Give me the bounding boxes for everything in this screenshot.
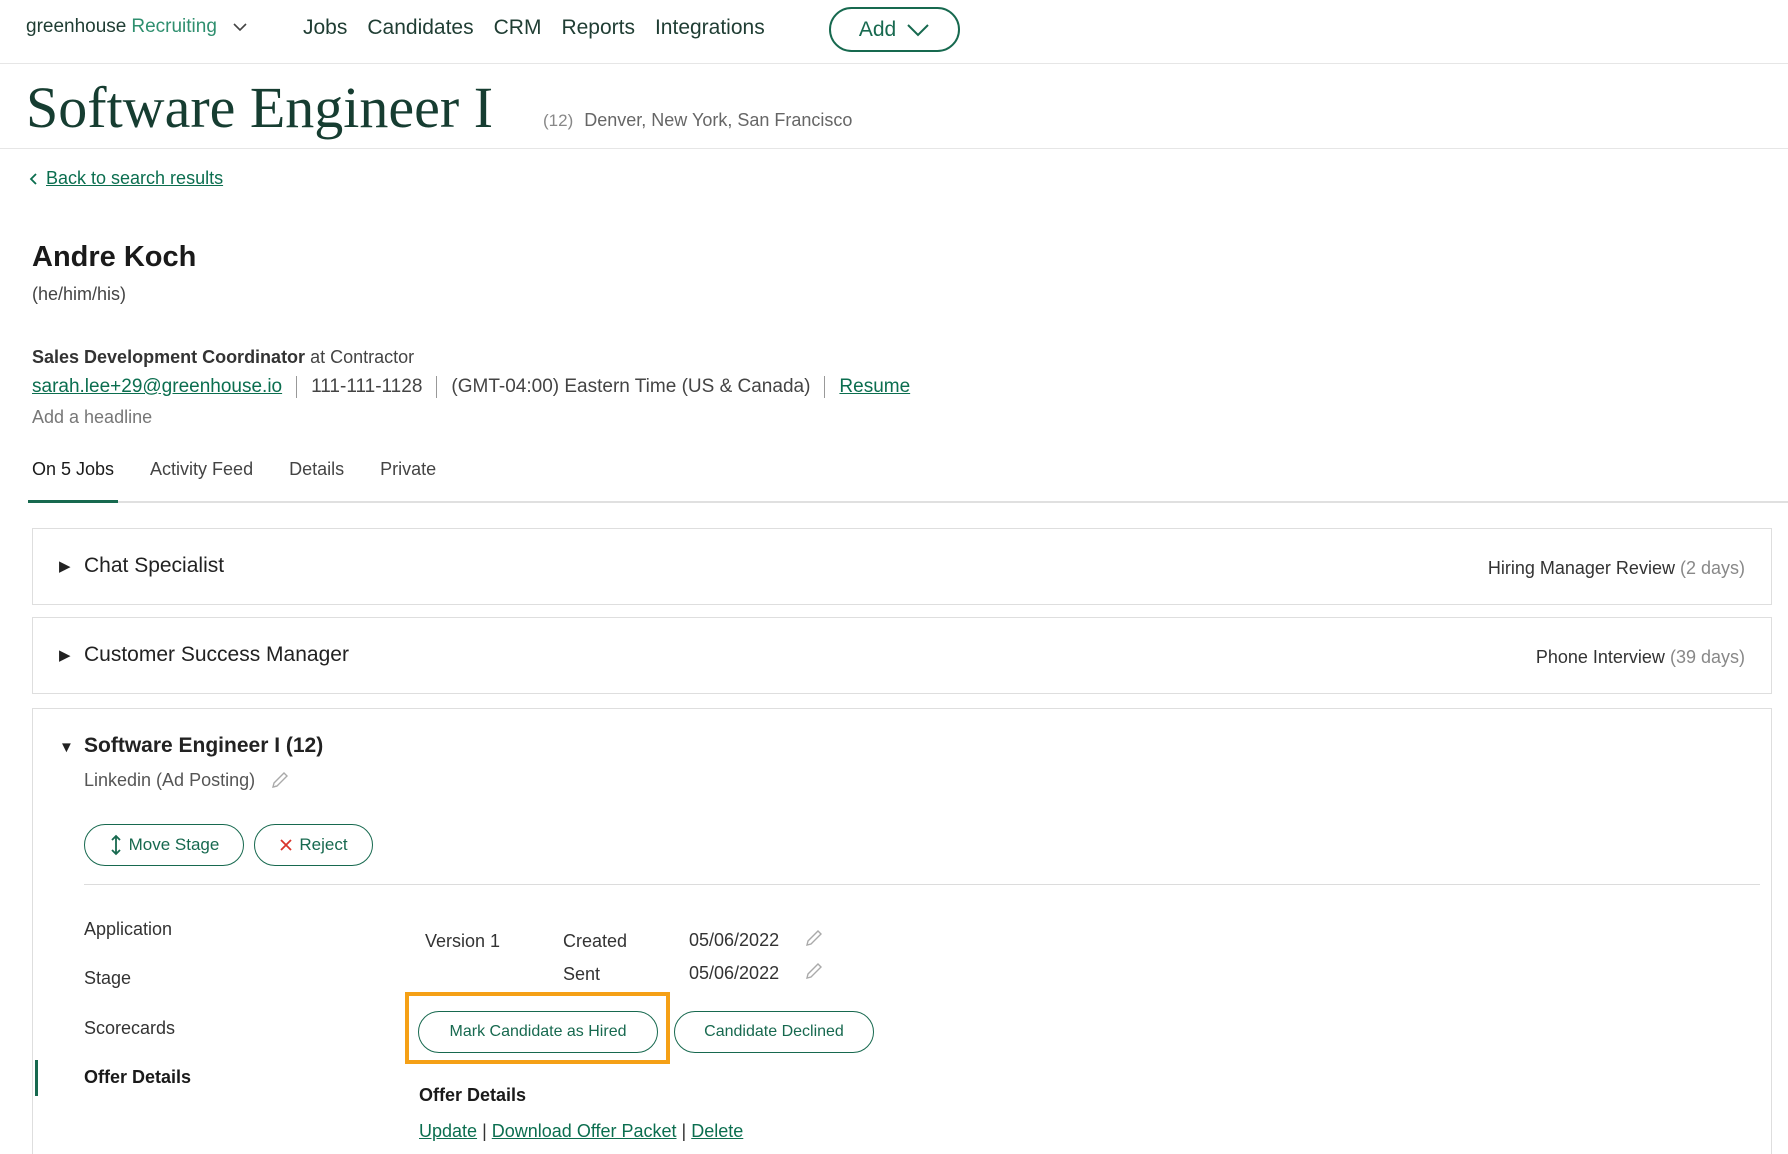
job-panel[interactable]: ▶ Chat Specialist Hiring Manager Review … (32, 528, 1772, 605)
logo-product: Recruiting (131, 16, 217, 37)
active-section-indicator (35, 1060, 38, 1096)
page-header: Software Engineer I (12) Denver, New Yor… (0, 64, 1788, 149)
pencil-icon[interactable] (803, 927, 825, 949)
candidate-pronouns: (he/him/his) (32, 284, 127, 304)
sent-label: Sent (563, 964, 601, 984)
job-stage: Hiring Manager Review (2 days) (1488, 558, 1745, 579)
section-offer-details[interactable]: Offer Details (84, 1067, 191, 1088)
tab-activity-feed[interactable]: Activity Feed (146, 452, 257, 503)
tab-on-jobs[interactable]: On 5 Jobs (28, 452, 119, 503)
job-panel-expanded: ▼ Software Engineer I (12) Linkedin (Ad … (32, 708, 1772, 1154)
job-panel[interactable]: ▶ Customer Success Manager Phone Intervi… (32, 617, 1772, 694)
nav-jobs[interactable]: Jobs (303, 16, 347, 40)
nav-crm[interactable]: CRM (494, 16, 542, 40)
created-date: 05/06/2022 (689, 930, 780, 950)
expand-triangle-icon[interactable]: ▶ (59, 557, 71, 575)
tab-details[interactable]: Details (285, 452, 348, 503)
highlight-box (405, 992, 670, 1064)
nav-integrations[interactable]: Integrations (655, 16, 765, 40)
update-link[interactable]: Update (419, 1121, 477, 1141)
stage-name: Hiring Manager Review (1487, 558, 1675, 578)
candidate-company: at Contractor (310, 347, 415, 367)
offer-actions: Update | Download Offer Packet | Delete (419, 1121, 743, 1142)
nav-reports[interactable]: Reports (561, 16, 635, 40)
chevron-down-icon[interactable] (231, 18, 249, 36)
candidate-role: Sales Development Coordinator at Contrac… (32, 347, 414, 368)
divider (84, 884, 1760, 885)
job-stage: Phone Interview (39 days) (1536, 647, 1745, 668)
candidate-declined-label: Candidate Declined (704, 1023, 844, 1040)
collapse-triangle-icon[interactable]: ▼ (59, 739, 74, 756)
divider (824, 376, 826, 398)
stage-days: (2 days) (1679, 558, 1745, 578)
move-arrows-icon (110, 834, 121, 856)
chevron-down-icon (907, 23, 929, 36)
job-source: Linkedin (Ad Posting) (84, 769, 291, 791)
chevron-left-icon (29, 172, 37, 185)
tab-private[interactable]: Private (376, 452, 440, 503)
download-offer-link[interactable]: Download Offer Packet (492, 1121, 677, 1141)
main-nav: Jobs Candidates CRM Reports Integrations (303, 16, 765, 40)
candidate-declined-button[interactable]: Candidate Declined (674, 1011, 874, 1053)
section-scorecards[interactable]: Scorecards (84, 1018, 175, 1039)
section-application[interactable]: Application (84, 919, 172, 940)
resume-link[interactable]: Resume (839, 376, 910, 398)
offer-version: Version 1 (425, 931, 501, 951)
move-stage-label: Move Stage (128, 835, 220, 854)
move-stage-button[interactable]: Move Stage (84, 824, 244, 866)
job-locations: Denver, New York, San Francisco (584, 110, 853, 130)
logo-main: greenhouse (26, 16, 127, 37)
back-to-search-link[interactable]: Back to search results (46, 168, 223, 189)
link-separator: | (482, 1121, 487, 1141)
contact-row: sarah.lee+29@greenhouse.io 111-111-1128 … (32, 376, 910, 398)
add-headline[interactable]: Add a headline (32, 407, 152, 428)
delete-link[interactable]: Delete (691, 1121, 743, 1141)
pencil-icon[interactable] (803, 960, 825, 982)
candidate-tabs: On 5 Jobs Activity Feed Details Private (28, 452, 1788, 503)
expand-triangle-icon[interactable]: ▶ (59, 646, 71, 664)
stage-days: (39 days) (1669, 647, 1745, 667)
job-name: Chat Specialist (84, 554, 225, 577)
created-label: Created (563, 931, 628, 951)
page-title: Software Engineer I (26, 75, 494, 140)
back-link[interactable]: Back to search results (28, 168, 223, 189)
nav-candidates[interactable]: Candidates (367, 16, 473, 40)
add-button-label: Add (858, 17, 897, 41)
job-name: Software Engineer I (12) (84, 734, 324, 757)
candidate-title: Sales Development Coordinator (32, 347, 306, 367)
pencil-icon[interactable] (269, 769, 291, 791)
source-label: Linkedin (Ad Posting) (84, 769, 256, 790)
candidate-name: Andre Koch (32, 241, 197, 273)
candidate-email[interactable]: sarah.lee+29@greenhouse.io (32, 376, 282, 398)
top-nav: greenhouse Recruiting Jobs Candidates CR… (0, 0, 1788, 64)
section-stage[interactable]: Stage (84, 968, 131, 989)
candidate-timezone: (GMT-04:00) Eastern Time (US & Canada) (451, 376, 811, 397)
offer-details-heading: Offer Details (419, 1085, 527, 1105)
job-count: (12) (543, 111, 574, 130)
stage-name: Phone Interview (1535, 647, 1665, 667)
close-icon (280, 839, 293, 851)
reject-button[interactable]: Reject (254, 824, 373, 866)
add-button[interactable]: Add (829, 7, 960, 52)
link-separator: | (681, 1121, 687, 1141)
candidate-phone: 111-111-1128 (311, 376, 423, 397)
divider (296, 376, 298, 398)
divider (436, 376, 438, 398)
job-meta: (12) Denver, New York, San Francisco (543, 110, 852, 131)
reject-label: Reject (299, 835, 348, 854)
app-logo[interactable]: greenhouse Recruiting (26, 16, 249, 38)
sent-date: 05/06/2022 (689, 963, 780, 983)
job-name: Customer Success Manager (84, 643, 349, 666)
